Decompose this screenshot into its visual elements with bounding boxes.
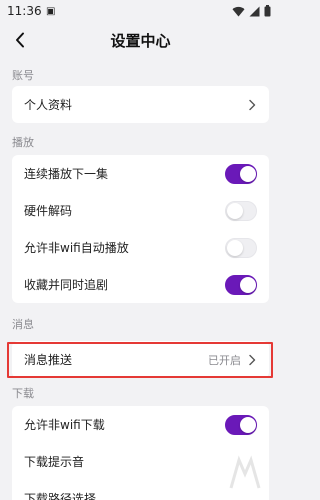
card-messages: 消息推送 已开启 (12, 341, 269, 378)
signal-icon (249, 6, 260, 16)
toggle-knob (240, 165, 256, 182)
sim-card-icon: ▣ (46, 5, 56, 17)
status-time: 11:36 (7, 4, 42, 18)
status-bar: 11:36 ▣ (0, 0, 281, 22)
toggle-knob (240, 276, 256, 293)
section-label-account: 账号 (12, 69, 34, 82)
row-hw-decode: 硬件解码 (12, 192, 269, 229)
row-non-wifi-autoplay: 允许非wifi自动播放 (12, 229, 269, 266)
row-profile[interactable]: 个人资料 (12, 86, 269, 123)
row-label: 允许非wifi自动播放 (24, 241, 129, 255)
collect-follow-toggle[interactable] (225, 274, 257, 295)
header: 设置中心 (0, 22, 281, 58)
hw-decode-toggle[interactable] (225, 200, 257, 221)
non-wifi-download-toggle[interactable] (225, 414, 257, 435)
watermark-logo (229, 455, 261, 489)
card-account: 个人资料 (12, 86, 269, 123)
row-label: 连续播放下一集 (24, 167, 109, 181)
row-label: 允许非wifi下载 (24, 418, 105, 432)
wifi-icon (232, 6, 245, 17)
toggle-knob (227, 239, 243, 256)
row-label: 硬件解码 (24, 204, 73, 218)
row-collect-follow: 收藏并同时追剧 (12, 266, 269, 303)
toggle-knob (240, 416, 256, 433)
page-title: 设置中心 (110, 31, 171, 50)
section-label-download: 下载 (12, 387, 34, 400)
row-label: 收藏并同时追剧 (24, 278, 109, 292)
card-playback: 连续播放下一集 硬件解码 允许非wifi自动播放 收藏并同时追剧 (12, 155, 269, 303)
row-label: 个人资料 (24, 98, 73, 112)
row-value: 已开启 (208, 353, 241, 367)
row-label: 消息推送 (24, 353, 73, 367)
section-label-messages: 消息 (12, 318, 34, 331)
row-message-push[interactable]: 消息推送 已开启 (12, 341, 269, 378)
row-autoplay-next: 连续播放下一集 (12, 155, 269, 192)
battery-icon (264, 5, 271, 17)
chevron-right-icon (249, 354, 256, 365)
row-non-wifi-download: 允许非wifi下载 (12, 406, 269, 443)
chevron-left-icon (16, 32, 24, 48)
chevron-right-icon (249, 99, 256, 110)
section-label-playback: 播放 (12, 136, 34, 149)
status-icons (232, 5, 271, 17)
back-button[interactable] (8, 28, 32, 52)
non-wifi-autoplay-toggle[interactable] (225, 237, 257, 258)
toggle-knob (227, 202, 243, 219)
autoplay-next-toggle[interactable] (225, 163, 257, 184)
